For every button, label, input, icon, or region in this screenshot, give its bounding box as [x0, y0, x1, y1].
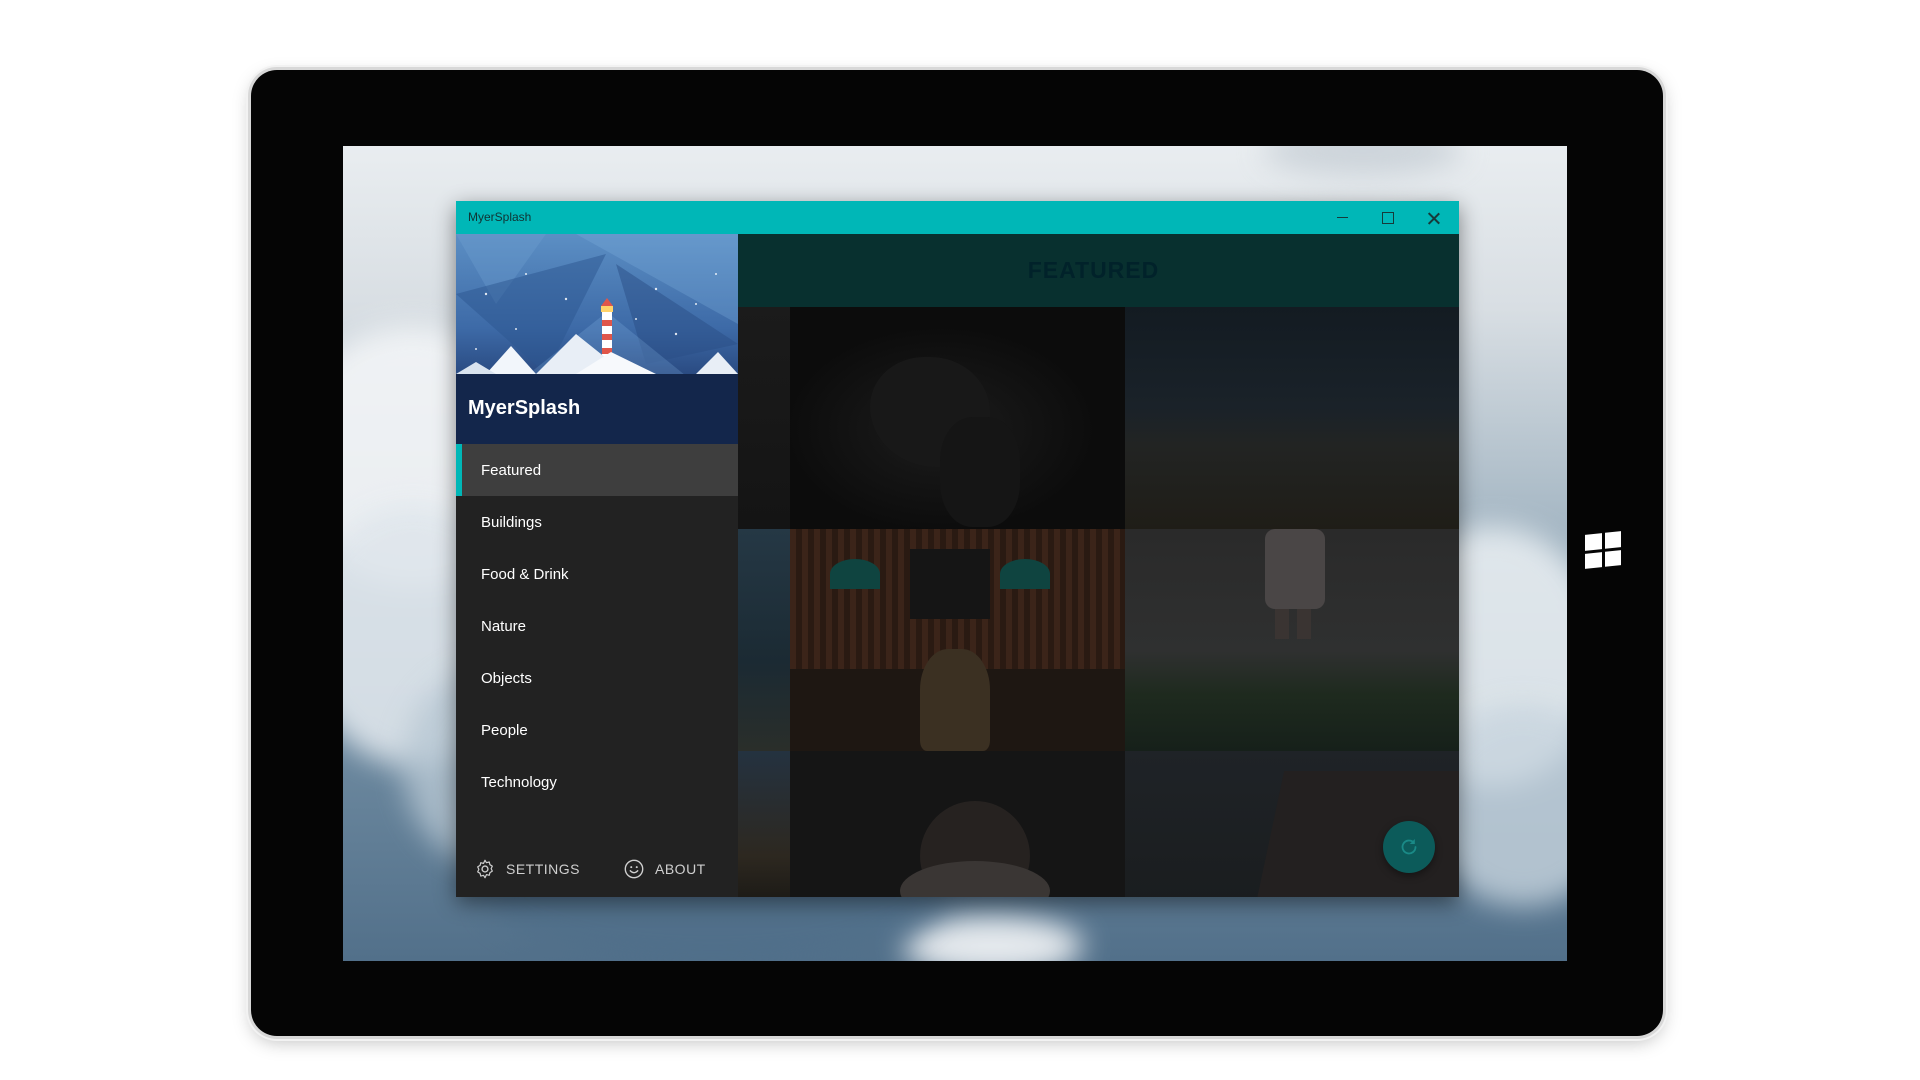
- app-name: MyerSplash: [468, 397, 581, 419]
- nav-item-technology[interactable]: Technology: [456, 756, 738, 808]
- smiley-icon: [624, 859, 644, 879]
- photo-tile[interactable]: [1125, 529, 1459, 751]
- app-window: MyerSplash MyerSplash Featured Buildings…: [456, 201, 1459, 897]
- nav-item-food-drink[interactable]: Food & Drink: [456, 548, 738, 600]
- maximize-icon: [1382, 211, 1394, 224]
- sidebar-footer: SETTINGS ABOUT: [456, 845, 738, 897]
- refresh-icon: [1401, 839, 1417, 855]
- nav-item-objects[interactable]: Objects: [456, 652, 738, 704]
- close-button[interactable]: [1411, 201, 1457, 234]
- settings-button[interactable]: SETTINGS: [474, 858, 580, 880]
- refresh-button[interactable]: [1383, 821, 1435, 873]
- nav-item-featured[interactable]: Featured: [456, 444, 738, 496]
- photo-tile[interactable]: [790, 307, 1125, 529]
- window-title: MyerSplash: [468, 210, 532, 224]
- nav-item-nature[interactable]: Nature: [456, 600, 738, 652]
- about-button[interactable]: ABOUT: [623, 858, 706, 880]
- photo-tile[interactable]: [1125, 307, 1459, 529]
- sidebar-hero-banner: MyerSplash: [456, 234, 738, 444]
- minimize-button[interactable]: [1319, 201, 1365, 234]
- photo-tile[interactable]: [790, 751, 1125, 897]
- sidebar: MyerSplash Featured Buildings Food & Dri…: [456, 234, 738, 897]
- nav-item-people[interactable]: People: [456, 704, 738, 756]
- minimize-icon: [1336, 216, 1348, 219]
- settings-label: SETTINGS: [506, 861, 581, 877]
- gear-icon: [477, 859, 493, 879]
- main-header: FEATURED: [738, 234, 1459, 307]
- main-content: FEATURED: [738, 234, 1459, 897]
- photo-tile[interactable]: [738, 751, 790, 897]
- title-bar[interactable]: MyerSplash: [456, 201, 1459, 234]
- nav-item-buildings[interactable]: Buildings: [456, 496, 738, 548]
- photo-tile[interactable]: [790, 529, 1125, 751]
- maximize-button[interactable]: [1365, 201, 1411, 234]
- category-list: Featured Buildings Food & Drink Nature O…: [456, 444, 738, 808]
- page-title: FEATURED: [1027, 257, 1160, 283]
- windows-logo-icon[interactable]: [1585, 531, 1621, 569]
- photo-tile[interactable]: [738, 529, 790, 751]
- photo-tile[interactable]: [738, 307, 790, 529]
- photo-grid: [738, 307, 1459, 897]
- about-label: ABOUT: [655, 861, 706, 877]
- close-icon: [1428, 212, 1440, 224]
